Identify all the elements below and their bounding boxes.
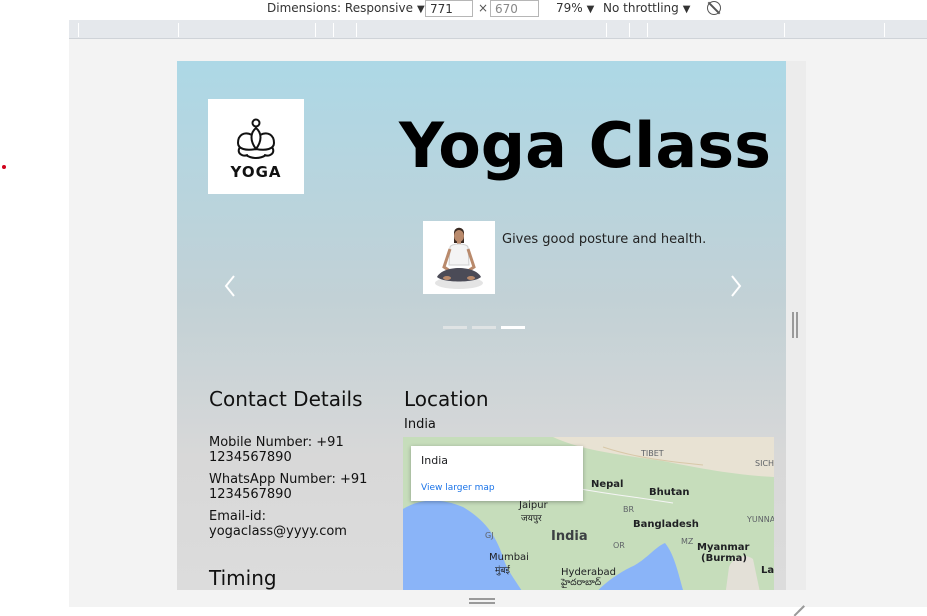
resize-handle-right[interactable]: [792, 312, 798, 338]
contact-heading: Contact Details: [209, 387, 363, 411]
ruler-tick: [78, 23, 79, 37]
times-sign: ×: [478, 1, 489, 15]
ruler-tick: [333, 23, 334, 37]
map-label: Mumbai: [489, 552, 529, 563]
map-label: Jaipur: [519, 500, 548, 511]
resize-corner-handle[interactable]: [790, 593, 805, 616]
throttling-dropdown[interactable]: No throttling ▼: [603, 1, 690, 15]
zoom-dropdown[interactable]: 79% ▼: [556, 1, 594, 15]
carousel-next-button[interactable]: [727, 273, 745, 299]
map-label: Hyderabad: [561, 567, 616, 578]
lotus-icon: [236, 118, 276, 159]
ruler-tick: [178, 23, 179, 37]
carousel-prev-button[interactable]: [221, 273, 239, 299]
map-label: (Burma): [701, 553, 747, 564]
map-label: La: [761, 565, 774, 576]
page-title: Yoga Class: [399, 109, 771, 182]
map-label: MZ: [681, 537, 694, 546]
zoom-label: 79%: [556, 1, 583, 15]
slide-caption: Gives good posture and health.: [502, 232, 707, 247]
ruler-tick: [629, 23, 630, 37]
map-info-card: India View larger map: [411, 446, 583, 501]
whatsapp-number: WhatsApp Number: +91 1234567890: [209, 472, 368, 502]
location-country: India: [404, 417, 436, 432]
device-toolbar: Dimensions: Responsive ▼ 771 × 670 79% ▼ N…: [69, 0, 927, 20]
dimensions-label: Dimensions: Responsive: [267, 1, 413, 15]
map-label: BR: [623, 505, 635, 514]
media-query-bar[interactable]: [69, 20, 927, 39]
logo-text: YOGA: [230, 163, 282, 181]
chevron-down-icon: ▼: [586, 4, 595, 15]
dimensions-dropdown[interactable]: Dimensions: Responsive ▼: [267, 1, 425, 15]
map-label: Nepal: [591, 479, 624, 490]
map-label: Bhutan: [649, 487, 690, 498]
width-input[interactable]: 771: [425, 0, 473, 17]
carousel-indicator-3[interactable]: [501, 326, 525, 329]
ruler-tick: [647, 23, 648, 37]
map-label: India: [551, 529, 588, 544]
map-label: Bangladesh: [633, 519, 699, 530]
view-larger-map-link[interactable]: View larger map: [421, 483, 495, 493]
page-viewport: YOGA Yoga Class Gives good posture and h…: [177, 61, 786, 590]
throttling-label: No throttling: [603, 1, 679, 15]
chevron-left-icon: [224, 275, 235, 297]
map-label: GJ: [485, 531, 494, 540]
map-label: Myanmar: [697, 542, 750, 553]
ruler-tick: [884, 23, 885, 37]
ruler-tick: [315, 23, 316, 37]
location-heading: Location: [404, 387, 489, 411]
left-gutter: [0, 0, 69, 607]
ruler-tick: [784, 23, 785, 37]
map-label: OR: [613, 541, 625, 550]
email-id: Email-id: yogaclass@yyyy.com: [209, 509, 347, 539]
resize-handle-bottom[interactable]: [469, 598, 495, 604]
meditating-woman-image: [423, 221, 495, 294]
rotate-icon[interactable]: [707, 1, 721, 15]
ruler-tick: [356, 23, 357, 37]
map-label: హైదరాబాద్: [561, 578, 602, 588]
chevron-right-icon: [731, 275, 742, 297]
chevron-down-icon: ▼: [416, 4, 425, 15]
map-label: SICH: [755, 459, 774, 468]
map-card-place: India: [421, 454, 448, 467]
carousel-indicator-1[interactable]: [443, 326, 467, 329]
height-input[interactable]: 670: [490, 0, 539, 17]
chevron-down-icon: ▼: [682, 4, 691, 15]
ruler-tick: [606, 23, 607, 37]
map-label: जयपुर: [521, 514, 542, 524]
logo[interactable]: YOGA: [208, 99, 304, 194]
map-label: TIBET: [641, 449, 664, 458]
embedded-map[interactable]: India View larger map TIBET SICH Nepal B…: [403, 437, 774, 590]
carousel-indicator-2[interactable]: [472, 326, 496, 329]
red-mark: [2, 165, 6, 169]
mobile-number: Mobile Number: +91 1234567890: [209, 435, 344, 465]
timing-heading: Timing: [209, 566, 277, 590]
map-label: YUNNA: [747, 515, 774, 524]
map-label: मुंबई: [495, 566, 510, 576]
